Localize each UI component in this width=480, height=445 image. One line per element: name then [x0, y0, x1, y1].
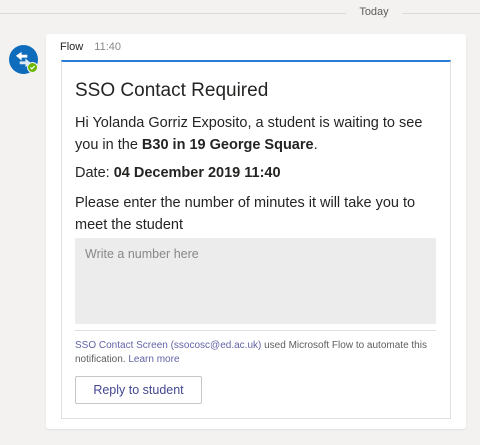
minutes-input[interactable]: Write a number here	[75, 238, 436, 324]
check-icon	[27, 62, 38, 73]
date-value: 04 December 2019 11:40	[113, 165, 281, 181]
footer-note: SSO Contact Screen (ssocosc@ed.ac.uk) us…	[75, 339, 441, 367]
date-label: Date:	[75, 165, 114, 181]
date-divider: Today	[0, 0, 480, 26]
card-body: Hi Yolanda Gorriz Exposito, a student is…	[75, 112, 441, 156]
message-header: Flow 11:40	[60, 41, 121, 53]
reply-button[interactable]: Reply to student	[75, 376, 202, 404]
card-prompt: Please enter the number of minutes it wi…	[75, 195, 416, 233]
sender-name[interactable]: Flow	[60, 41, 83, 53]
chat-message: Flow 11:40 SSO Contact Required Hi Yolan…	[46, 34, 466, 429]
card-date: Date: 04 December 2019 11:40	[75, 162, 441, 184]
card-title: SSO Contact Required	[75, 80, 269, 101]
divider-line-left	[0, 13, 346, 14]
body-suffix: .	[313, 137, 318, 153]
footer-divider	[75, 330, 436, 331]
learn-more-link[interactable]: Learn more	[128, 354, 179, 365]
divider-line-right	[402, 13, 480, 14]
body-location: B30 in 19 George Square	[141, 137, 314, 153]
adaptive-card: SSO Contact Required Hi Yolanda Gorriz E…	[61, 60, 451, 419]
message-time: 11:40	[94, 41, 122, 53]
footer-sender-link[interactable]: SSO Contact Screen (ssocosc@ed.ac.uk)	[75, 340, 261, 351]
date-label: Today	[359, 6, 389, 18]
